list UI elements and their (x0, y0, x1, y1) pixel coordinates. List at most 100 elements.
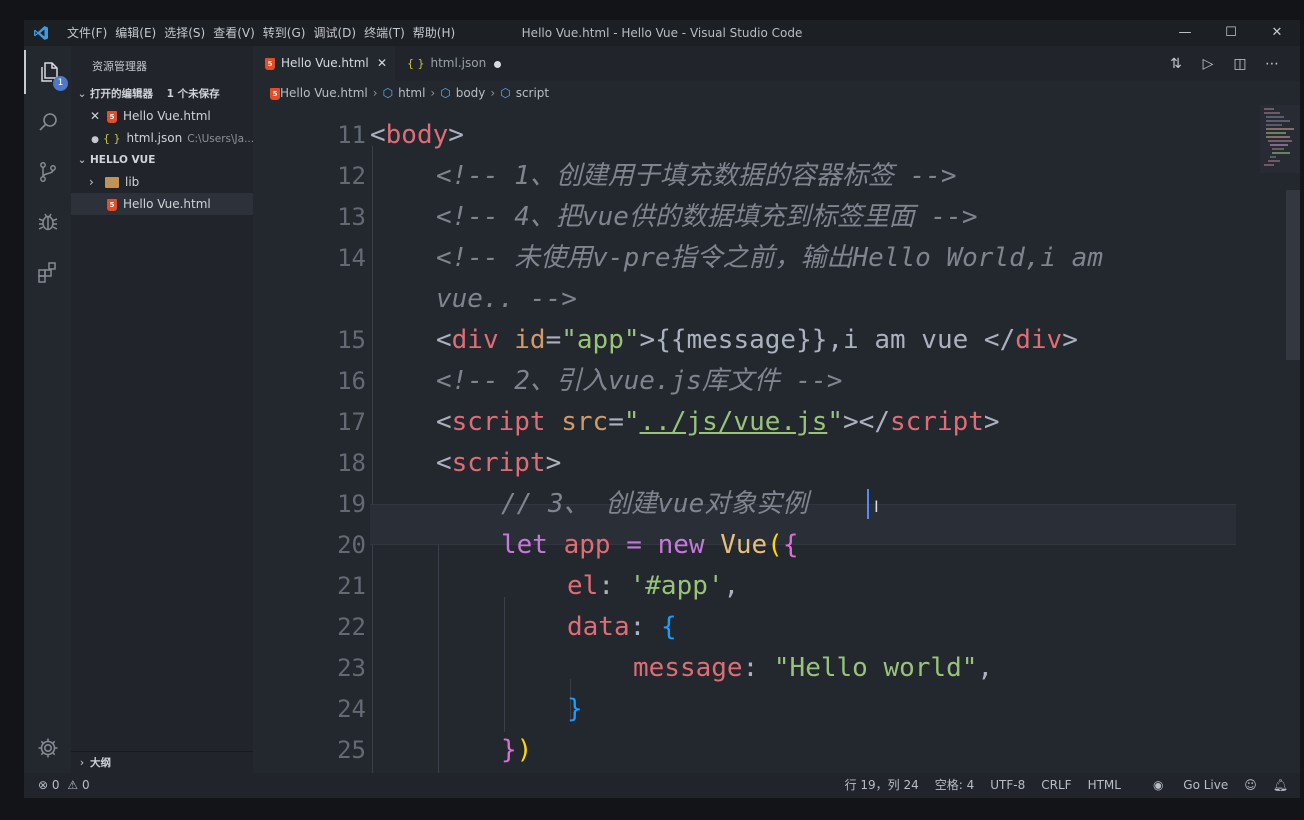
cursor-position[interactable]: 行 19，列 24 (845, 773, 919, 798)
window-controls: — ☐ ✕ (1162, 20, 1300, 46)
search-icon (38, 113, 57, 131)
encoding[interactable]: UTF-8 (990, 773, 1025, 798)
activity-bar: 1 (24, 46, 71, 773)
code-comment-wrap: vue.. --> (436, 284, 577, 314)
chevron-down-icon: ⌄ (77, 154, 87, 166)
explorer-button[interactable]: 1 (24, 50, 71, 94)
feedback-icon[interactable]: ☺ (1244, 773, 1257, 798)
close-window-button[interactable]: ✕ (1254, 20, 1300, 46)
search-button[interactable] (24, 100, 71, 144)
breadcrumb-body[interactable]: body (456, 86, 486, 100)
code-line: <div id="app">{{message}},i am vue </div… (436, 325, 1078, 355)
menu-go[interactable]: 转到(G) (263, 20, 314, 46)
line-number: 11 (337, 121, 366, 149)
open-editor-item[interactable]: ● { } html.json C:\Users\Ja... (71, 127, 253, 149)
outline-label: 大纲 (90, 757, 111, 769)
code-line: }) (501, 735, 533, 765)
menu-help[interactable]: 帮助(H) (413, 20, 463, 46)
breadcrumb-script[interactable]: script (516, 86, 549, 100)
breadcrumb-html[interactable]: html (398, 86, 425, 100)
indentation[interactable]: 空格: 4 (935, 773, 975, 798)
file-item[interactable]: 5 Hello Vue.html (71, 193, 253, 215)
go-live-label: Go Live (1183, 778, 1229, 792)
minimize-button[interactable]: — (1162, 20, 1208, 46)
menu-debug[interactable]: 调试(D) (313, 20, 364, 46)
status-bar: ⊗ 0 ⚠ 0 行 19，列 24 空格: 4 UTF-8 CRLF HTML … (24, 773, 1300, 798)
tab-hello-vue[interactable]: 5 Hello Vue.html ✕ (253, 46, 395, 81)
code-line: } (567, 694, 583, 724)
source-control-icon (39, 162, 56, 182)
menu-view[interactable]: 查看(V) (213, 20, 263, 46)
error-count: 0 (51, 778, 60, 792)
manage-button[interactable] (24, 726, 71, 770)
menu-bar: 文件(F) 编辑(E) 选择(S) 查看(V) 转到(G) 调试(D) 终端(T… (67, 20, 463, 46)
vertical-scrollbar[interactable] (1286, 105, 1300, 773)
line-number: 23 (337, 654, 366, 682)
code-line: data: { (567, 612, 677, 642)
debug-icon (38, 213, 57, 231)
line-number: 22 (337, 613, 366, 641)
line-ending[interactable]: CRLF (1041, 773, 1071, 798)
open-editors-section[interactable]: ⌄ 打开的编辑器 1 个未保存 (71, 83, 253, 105)
tab-close-button[interactable]: ✕ (377, 46, 387, 81)
error-icon: ⊗ (38, 778, 49, 792)
html5-file-icon: 5 (265, 57, 275, 70)
line-number: 13 (337, 203, 366, 231)
breadcrumb-file[interactable]: Hello Vue.html (280, 86, 368, 100)
gear-icon (38, 738, 57, 758)
chevron-down-icon: ⌄ (77, 88, 87, 100)
broadcast-icon: ◉ (1152, 778, 1164, 792)
split-editor-icon[interactable]: ◫ (1224, 56, 1256, 72)
html5-file-icon: 5 (270, 87, 280, 100)
debug-button[interactable] (24, 200, 71, 244)
folder-name: lib (125, 175, 140, 189)
line-number: 20 (337, 531, 366, 559)
json-file-icon: { } (407, 57, 425, 70)
code-line: <body> (370, 120, 464, 150)
problems-indicator[interactable]: ⊗ 0 ⚠ 0 (38, 773, 90, 798)
more-actions-icon[interactable]: ⋯ (1256, 56, 1288, 72)
extensions-button[interactable] (24, 250, 71, 294)
warning-count: 0 (81, 778, 90, 792)
close-icon[interactable]: ✕ (89, 105, 101, 127)
code-line: <script> (436, 448, 562, 478)
menu-terminal[interactable]: 终端(T) (364, 20, 413, 46)
code-line: el: '#app', (567, 571, 740, 601)
source-control-button[interactable] (24, 150, 71, 194)
chevron-right-icon: › (430, 86, 436, 100)
code-comment: <!-- 未使用v-pre指令之前，输出Hello World,i am (436, 243, 1103, 273)
chevron-right-icon: › (372, 86, 378, 100)
go-live-button[interactable]: ◉ Go Live (1137, 773, 1228, 798)
line-number: 14 (337, 244, 366, 272)
editor-actions: ⇅ ▷ ◫ ⋯ (1160, 46, 1288, 81)
open-editor-item[interactable]: ✕ 5 Hello Vue.html (71, 105, 253, 127)
folder-item[interactable]: › lib (71, 171, 253, 193)
menu-edit[interactable]: 编辑(E) (115, 20, 164, 46)
element-icon: ⬡ (382, 86, 394, 100)
compare-icon[interactable]: ⇅ (1160, 56, 1192, 72)
scrollbar-thumb[interactable] (1286, 190, 1300, 360)
code-comment: // 3、 创建vue对象实例 (501, 489, 809, 519)
language-mode[interactable]: HTML (1088, 773, 1121, 798)
outline-section[interactable]: › 大纲 (71, 751, 253, 774)
code-editor[interactable]: 11 <body> 12 <!-- 1、创建用于填充数据的容器标签 --> 13… (253, 105, 1300, 773)
unsaved-count: 1 个未保存 (166, 88, 220, 100)
menu-selection[interactable]: 选择(S) (164, 20, 213, 46)
notifications-icon[interactable]: 🔔︎ (1273, 773, 1288, 798)
explorer-sidebar: 资源管理器 ⌄ 打开的编辑器 1 个未保存 ✕ 5 Hello Vue.html ●{… (71, 46, 253, 773)
line-number: 19 (337, 490, 366, 518)
vscode-logo-icon (34, 26, 48, 40)
chevron-right-icon: › (490, 86, 496, 100)
element-icon: ⬡ (440, 86, 451, 100)
project-section[interactable]: ⌄ HELLO VUE (71, 149, 253, 171)
menu-file[interactable]: 文件(F) (67, 20, 115, 46)
chevron-right-icon: › (79, 757, 85, 769)
src-link[interactable]: ../js/vue.js (640, 407, 828, 437)
tab-html-json[interactable]: { } html.json (395, 46, 513, 81)
maximize-button[interactable]: ☐ (1208, 20, 1254, 46)
open-editor-name: html.json (126, 131, 183, 145)
open-editor-name: Hello Vue.html (123, 109, 211, 123)
title-bar: 文件(F) 编辑(E) 选择(S) 查看(V) 转到(G) 调试(D) 终端(T… (24, 20, 1300, 46)
run-icon[interactable]: ▷ (1192, 56, 1224, 72)
code-line: let app = new Vue({ (501, 530, 799, 560)
